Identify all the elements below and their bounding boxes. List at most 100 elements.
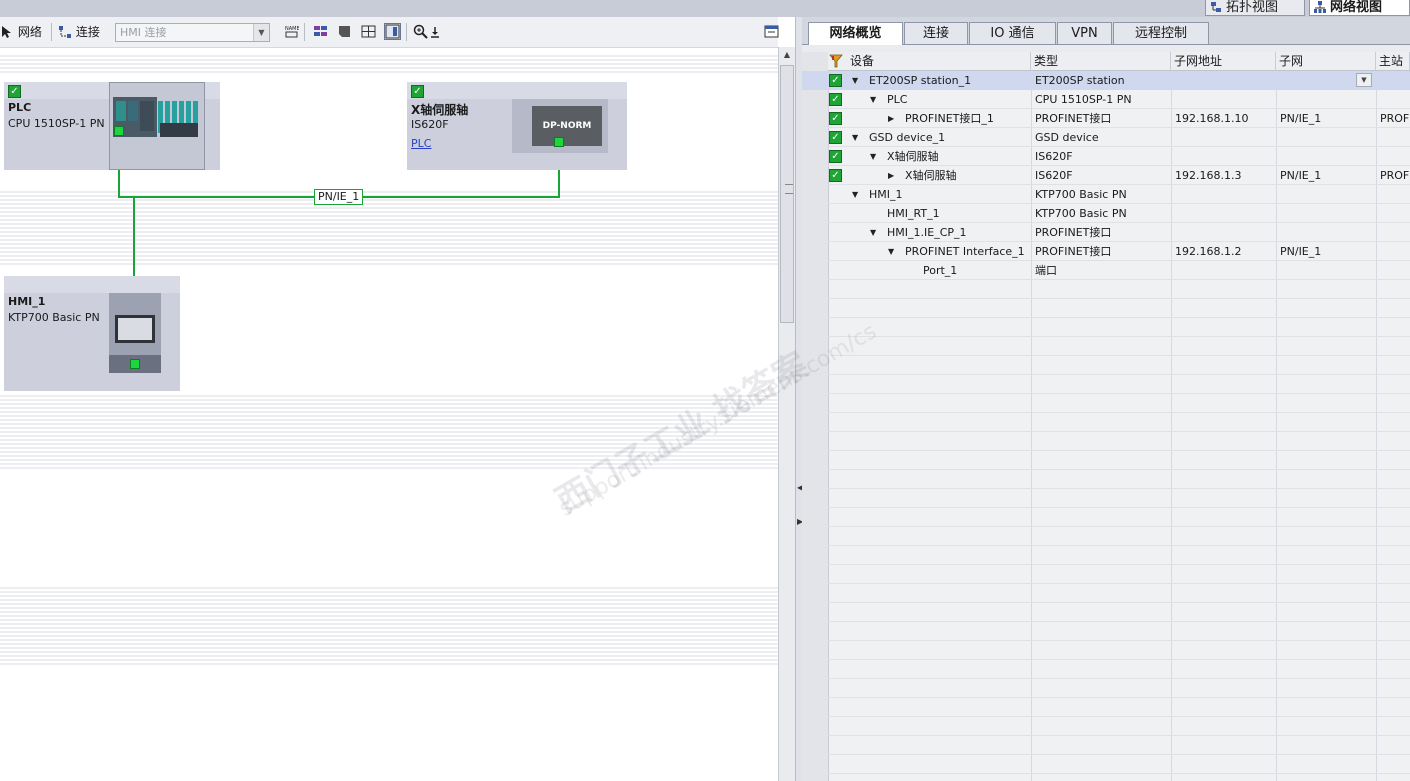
row-divider (828, 640, 1410, 641)
column-header-type[interactable]: 类型 (1031, 52, 1171, 71)
view-switcher-bar: 拓扑视图 网络视图 (0, 0, 1410, 17)
plc-profinet-port[interactable] (114, 126, 124, 136)
show-names-icon[interactable]: NAME (283, 23, 300, 40)
plc-device[interactable]: ✓ PLC CPU 1510SP-1 PN (4, 82, 220, 170)
collapse-arrow-icon[interactable]: ▼ (852, 71, 858, 90)
zoom-icon[interactable] (412, 23, 429, 40)
chevron-down-icon[interactable]: ▼ (1356, 73, 1372, 87)
subnet-address-cell (1175, 147, 1275, 166)
type-cell: KTP700 Basic PN (1035, 188, 1127, 201)
table-row[interactable]: Port_1 端口 (802, 261, 1410, 280)
table-row[interactable]: ✓ ▼ PLC CPU 1510SP-1 PN (802, 90, 1410, 109)
tab-connections[interactable]: 连接 (904, 22, 968, 44)
connection-mode-button[interactable]: 连接 (58, 22, 100, 42)
collapse-arrow-icon[interactable]: ▼ (870, 223, 876, 242)
expand-arrow-icon[interactable]: ▶ (888, 109, 894, 128)
page-break-icon[interactable] (336, 23, 353, 40)
network-mode-button[interactable]: 网络 (0, 22, 42, 42)
expand-arrow-icon[interactable]: ▶ (888, 166, 894, 185)
tab-vpn[interactable]: VPN (1057, 22, 1112, 44)
subnet-cell (1280, 147, 1374, 166)
table-row[interactable]: ▼ HMI_1 KTP700 Basic PN (802, 185, 1410, 204)
scroll-thumb[interactable] (780, 65, 794, 323)
row-divider (828, 393, 1410, 394)
collapse-arrow-icon[interactable]: ▼ (870, 147, 876, 166)
device-cell: GSD device_1 (869, 131, 946, 144)
tab-remote-control[interactable]: 远程控制 (1113, 22, 1209, 44)
row-divider (828, 754, 1410, 755)
hmi-profinet-port[interactable] (130, 359, 140, 369)
panel-toggle-icon[interactable] (763, 23, 780, 40)
check-icon: ✓ (8, 85, 21, 98)
hmi-connection-select[interactable]: HMI 连接 ▼ (115, 23, 270, 42)
servo-io-controller-link[interactable]: PLC (411, 137, 431, 150)
master-cell: PROFI (1380, 169, 1410, 182)
device-cell: X轴伺服轴 (887, 150, 939, 163)
subnet-cell: PN/IE_1 (1280, 112, 1322, 125)
column-header-subnet[interactable]: 子网 (1276, 52, 1376, 71)
master-cell (1380, 204, 1410, 223)
row-divider (828, 735, 1410, 736)
topology-view-tab[interactable]: 拓扑视图 (1205, 0, 1305, 16)
row-divider (828, 412, 1410, 413)
filter-icon[interactable] (829, 54, 843, 68)
column-header-subnet-address[interactable]: 子网地址 (1171, 52, 1276, 71)
device-header (4, 276, 180, 293)
type-cell: PROFINET接口 (1035, 245, 1112, 258)
subnet-address-cell (1175, 223, 1275, 242)
master-cell (1380, 185, 1410, 204)
table-row[interactable]: ✓ ▼ GSD device_1 GSD device (802, 128, 1410, 147)
network-view-tab[interactable]: 网络视图 (1309, 0, 1410, 16)
chevron-down-icon[interactable]: ▼ (253, 24, 269, 41)
column-header-device[interactable]: 设备 (828, 52, 1031, 71)
canvas-vertical-scrollbar[interactable]: ▲ (778, 47, 796, 781)
device-cell: PROFINET接口_1 (905, 112, 994, 125)
subnet-address-cell (1175, 128, 1275, 147)
scroll-up-icon[interactable]: ▲ (779, 47, 795, 63)
type-cell: PROFINET接口 (1035, 226, 1112, 239)
device-cell: HMI_1 (869, 188, 903, 201)
network-pointer-icon (2, 26, 11, 38)
split-view-icon[interactable] (384, 23, 401, 40)
table-row[interactable]: HMI_RT_1 KTP700 Basic PN (802, 204, 1410, 223)
table-row[interactable]: ▼ HMI_1.IE_CP_1 PROFINET接口 (802, 223, 1410, 242)
subnet-cell (1280, 204, 1374, 223)
tab-network-overview[interactable]: 网络概览 (808, 22, 903, 45)
subnet-label[interactable]: PN/IE_1 (314, 189, 364, 205)
servo-profinet-port[interactable] (554, 137, 564, 147)
collapse-arrow-icon[interactable]: ▼ (852, 185, 858, 204)
subnet-address-cell (1175, 204, 1275, 223)
servo-device[interactable]: ✓ X轴伺服轴 IS620F PLC DP-NORM (407, 82, 627, 170)
servo-type: IS620F (411, 118, 449, 131)
collapse-arrow-icon[interactable]: ▼ (852, 128, 858, 147)
zoom-dropdown-icon[interactable] (429, 23, 441, 40)
topology-view-label: 拓扑视图 (1226, 0, 1279, 15)
hmi-device[interactable]: HMI_1 KTP700 Basic PN (4, 276, 180, 391)
table-row[interactable]: ▼ PROFINET Interface_1 PROFINET接口 192.168.1… (802, 242, 1410, 261)
table-row[interactable]: ✓ ▶ PROFINET接口_1 PROFINET接口 192.168.1.10 PN/I… (802, 109, 1410, 128)
collapse-arrow-icon[interactable]: ▼ (870, 90, 876, 109)
subnet-cell (1280, 261, 1374, 280)
check-icon: ✓ (829, 74, 842, 87)
collapse-arrow-icon[interactable]: ▼ (888, 242, 894, 261)
column-header-master[interactable]: 主站 (1376, 52, 1410, 71)
table-row[interactable]: ✓ ▼ ET200SP station_1 ET200SP station ▼ (802, 71, 1410, 90)
subnet-address-cell (1175, 261, 1275, 280)
row-divider (828, 773, 1410, 774)
network-view-icon (1314, 1, 1326, 13)
scroll-grip-icon (785, 184, 793, 194)
check-icon: ✓ (829, 150, 842, 163)
network-canvas[interactable]: PN/IE_1 ✓ PLC CPU 1510SP-1 PN ✓ X轴伺服轴 IS… (0, 48, 778, 781)
table-row[interactable]: ✓ ▼ X轴伺服轴 IS620F (802, 147, 1410, 166)
check-icon: ✓ (829, 93, 842, 106)
row-divider (828, 317, 1410, 318)
overview-table: 设备 类型 子网地址 子网 主站 ✓ ▼ ET200SP station_1 ET20… (802, 52, 1410, 781)
tab-io-communication[interactable]: IO 通信 (969, 22, 1056, 44)
check-icon: ✓ (829, 112, 842, 125)
device-cell: HMI_1.IE_CP_1 (887, 226, 967, 239)
row-divider (828, 621, 1410, 622)
table-row[interactable]: ✓ ▶ X轴伺服轴 IS620F 192.168.1.3 PN/IE_1 PROFI (802, 166, 1410, 185)
address-overview-icon[interactable] (312, 23, 329, 40)
subnet-cell (1280, 128, 1374, 147)
grid-icon[interactable] (360, 23, 377, 40)
